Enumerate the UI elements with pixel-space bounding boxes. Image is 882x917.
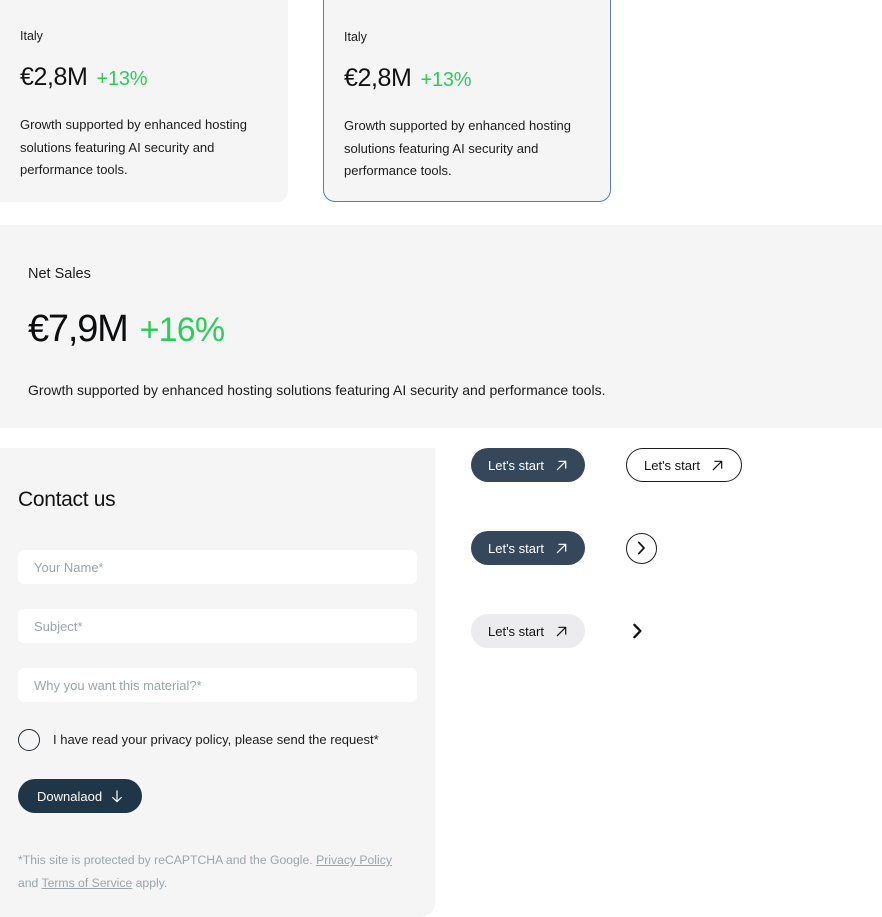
name-input[interactable] [18, 550, 417, 584]
button-secondary-slot [626, 614, 648, 648]
net-sales-section: Net Sales €7,9M +16% Growth supported by… [0, 225, 882, 428]
button-row: Let's start [471, 531, 871, 614]
stat-card-value-row: €2,8M +13% [20, 63, 268, 92]
stat-card-value: €2,8M [344, 64, 412, 93]
chevron-right-circle-button[interactable] [626, 532, 657, 564]
lets-start-label: Let's start [644, 457, 700, 473]
button-secondary-slot: Let's start [626, 448, 742, 482]
net-sales-label: Net Sales [28, 266, 91, 282]
chevron-right-icon [632, 623, 643, 639]
net-sales-value: €7,9M [28, 307, 129, 350]
arrow-up-right-icon [555, 542, 568, 555]
button-row: Let's start Let's start [471, 448, 871, 531]
button-secondary-slot [626, 531, 657, 565]
stat-cards-section: Italy €2,8M +13% Growth supported by enh… [0, 0, 882, 202]
stat-card-delta: +13% [96, 68, 148, 91]
subject-input[interactable] [18, 609, 417, 643]
arrow-up-right-icon [555, 459, 568, 472]
stat-card: Italy €2,8M +13% Growth supported by enh… [0, 0, 288, 202]
lets-start-button-solid[interactable]: Let's start [471, 448, 585, 482]
lets-start-label: Let's start [488, 623, 544, 639]
stat-card-description: Growth supported by enhanced hosting sol… [344, 118, 571, 179]
legal-lead-text: *This site is protected by reCAPTCHA and… [18, 853, 317, 867]
lets-start-button-solid[interactable]: Let's start [471, 531, 585, 565]
net-sales-delta: +16% [139, 310, 226, 349]
chevron-right-plain-button[interactable] [626, 620, 648, 642]
privacy-policy-link[interactable]: Privacy Policy [316, 853, 392, 867]
privacy-consent-label: I have read your privacy policy, please … [53, 731, 379, 747]
legal-tail-text: apply. [132, 875, 168, 890]
privacy-consent-row[interactable]: I have read your privacy policy, please … [18, 729, 417, 751]
download-button-label: Downalaod [37, 788, 103, 804]
arrow-up-right-icon [711, 459, 724, 472]
legal-disclaimer: *This site is protected by reCAPTCHA and… [18, 849, 398, 894]
arrow-up-right-icon [555, 625, 568, 638]
lets-start-button-outline[interactable]: Let's start [626, 448, 742, 482]
button-showcase-section: Let's start Let's start Let's start Let'… [471, 448, 871, 697]
stat-card-value-row: €2,8M +13% [344, 64, 590, 93]
chevron-right-icon [637, 541, 646, 555]
download-button[interactable]: Downalaod [18, 779, 143, 813]
stat-card-region: Italy [20, 29, 43, 43]
lets-start-label: Let's start [488, 540, 544, 556]
stat-card-value: €2,8M [20, 63, 88, 92]
legal-conjunction: and [18, 875, 42, 890]
stat-card-region: Italy [344, 30, 367, 44]
contact-form-title: Contact us [18, 488, 116, 511]
stat-card-delta: +13% [420, 69, 472, 92]
stat-card-description: Growth supported by enhanced hosting sol… [20, 117, 247, 178]
arrow-down-icon [111, 789, 123, 803]
net-sales-description: Growth supported by enhanced hosting sol… [28, 381, 606, 398]
page-root: Italy €2,8M +13% Growth supported by enh… [0, 0, 882, 917]
terms-of-service-link[interactable]: Terms of Service [42, 876, 133, 890]
stat-card-selected[interactable]: Italy €2,8M +13% Growth supported by enh… [323, 0, 611, 202]
button-row: Let's start [471, 614, 871, 697]
net-sales-value-row: €7,9M +16% [28, 308, 854, 351]
privacy-consent-checkbox[interactable] [18, 729, 40, 751]
lets-start-button-muted[interactable]: Let's start [471, 614, 585, 648]
lets-start-label: Let's start [488, 457, 544, 473]
reason-input[interactable] [18, 668, 417, 702]
contact-form-panel: Contact us I have read your privacy poli… [0, 448, 435, 917]
